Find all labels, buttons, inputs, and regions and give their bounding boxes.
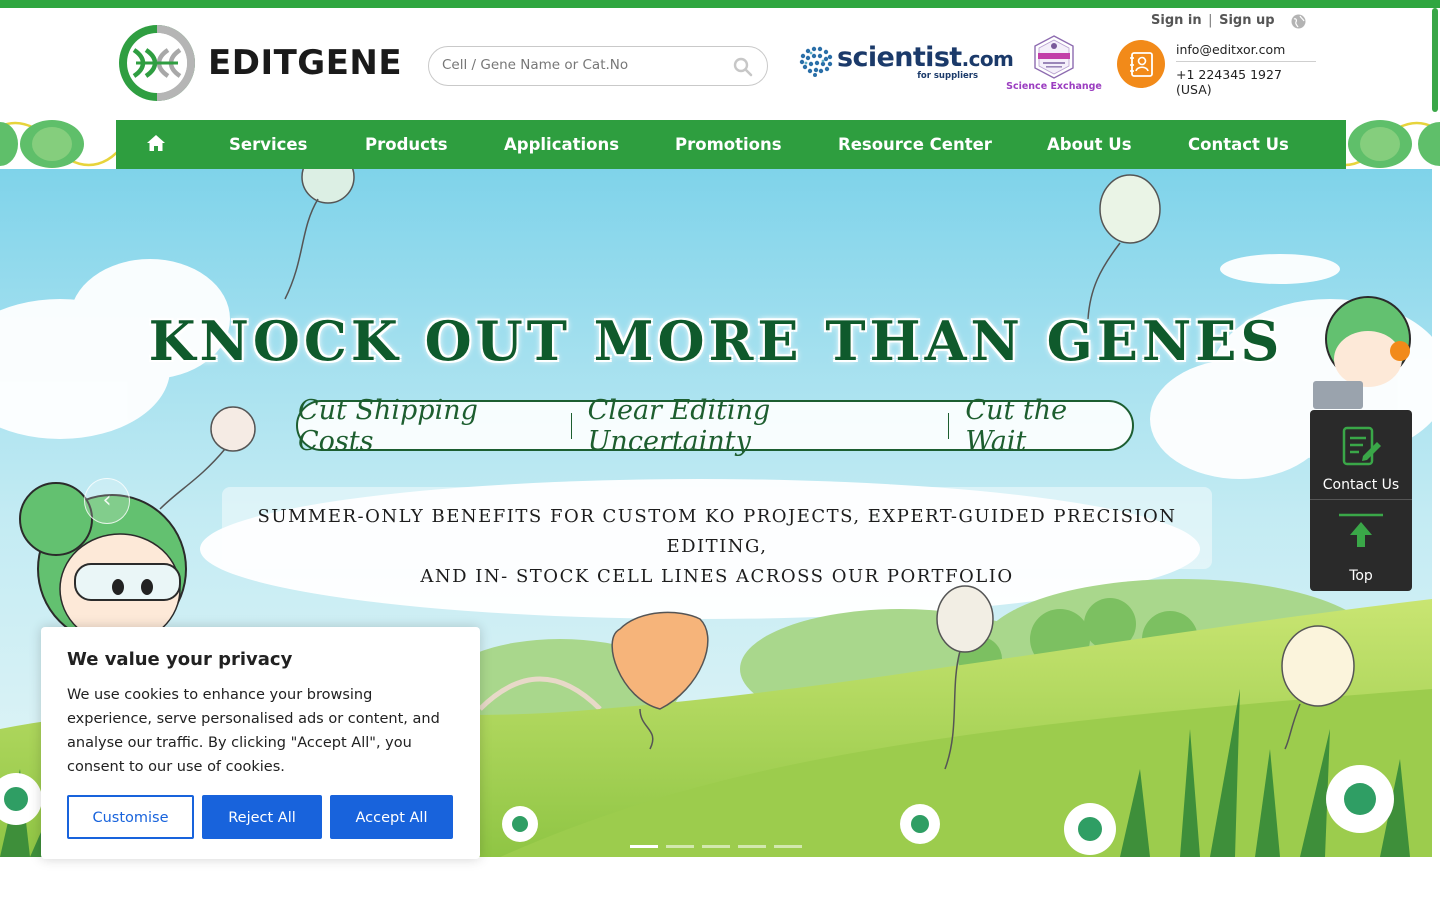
- slider-dots: [630, 845, 810, 848]
- brain-dots-icon: [799, 46, 833, 77]
- sign-up-link[interactable]: Sign up: [1219, 13, 1274, 28]
- benefit-wait: Cut the Wait: [965, 394, 1068, 457]
- top-accent-stripe: [0, 0, 1440, 8]
- nav-about-us[interactable]: About Us: [1047, 135, 1132, 154]
- editgene-logo[interactable]: EDITGENE: [116, 22, 402, 104]
- hero-benefits-pill: Cut Shipping Costs Clear Editing Uncerta…: [296, 395, 1134, 457]
- hero-subtitle: SUMMER-ONLY BENEFITS FOR CUSTOM KO PROJE…: [222, 502, 1212, 592]
- scientist-com-logo[interactable]: scientist.com for suppliers: [797, 42, 1014, 84]
- cookie-customise-button[interactable]: Customise: [67, 795, 194, 839]
- slider-dot[interactable]: [666, 845, 694, 848]
- slider-dot[interactable]: [774, 845, 802, 848]
- scientist-sub-label: for suppliers: [917, 71, 978, 81]
- slider-dot[interactable]: [630, 845, 658, 848]
- auth-separator: |: [1208, 13, 1213, 28]
- contact-email[interactable]: info@editxor.com: [1176, 42, 1316, 62]
- globe-icon[interactable]: [1291, 14, 1306, 29]
- contact-info: info@editxor.com +1 224345 1927 (USA): [1176, 42, 1316, 97]
- pill-divider: [948, 412, 950, 439]
- side-top-label: Top: [1349, 568, 1373, 584]
- floating-side-panel: Contact Us Top: [1310, 410, 1412, 591]
- slider-prev-button[interactable]: ‹: [84, 478, 130, 524]
- contact-card-icon: [1130, 52, 1153, 77]
- slider-dot[interactable]: [738, 845, 766, 848]
- award-badge-icon: [1034, 35, 1074, 79]
- contact-book-icon[interactable]: [1117, 40, 1165, 88]
- science-exchange-badge[interactable]: Science Exchange: [1006, 34, 1102, 94]
- edit-form-icon: [1342, 426, 1381, 466]
- hero-title: KNOCK OUT MORE THAN GENES: [148, 309, 1284, 373]
- nav-services[interactable]: Services: [229, 135, 307, 154]
- cookie-body: We use cookies to enhance your browsing …: [67, 687, 440, 775]
- nav-resource-center[interactable]: Resource Center: [838, 135, 992, 154]
- search-box[interactable]: [428, 46, 768, 86]
- auth-links: Sign in | Sign up: [1151, 13, 1275, 28]
- nav-applications[interactable]: Applications: [504, 135, 619, 154]
- benefit-shipping: Cut Shipping Costs: [298, 394, 478, 457]
- arrow-up-icon: [1339, 513, 1383, 547]
- cookie-accept-all-button[interactable]: Accept All: [330, 795, 453, 839]
- hero-subtitle-line-1: SUMMER-ONLY BENEFITS FOR CUSTOM KO PROJE…: [257, 506, 1177, 557]
- nav-contact-us[interactable]: Contact Us: [1188, 135, 1289, 154]
- scientist-wordmark: scientist.com: [837, 42, 1014, 73]
- dna-logo-icon: [119, 25, 195, 101]
- cookie-reject-all-button[interactable]: Reject All: [202, 795, 322, 839]
- main-nav: Services Products Applications Promotion…: [116, 120, 1346, 169]
- home-icon[interactable]: [146, 134, 166, 152]
- cookie-consent-dialog: We value your privacy We use cookies to …: [41, 627, 480, 859]
- hero-subtitle-line-2: AND IN- STOCK CELL LINES ACROSS OUR PORT…: [420, 566, 1014, 587]
- benefit-editing: Clear Editing Uncertainty: [587, 394, 771, 457]
- back-to-top-button[interactable]: Top: [1310, 501, 1412, 591]
- nav-products[interactable]: Products: [365, 135, 448, 154]
- logo-text: EDITGENE: [208, 43, 403, 83]
- sign-in-link[interactable]: Sign in: [1151, 13, 1202, 28]
- search-icon[interactable]: [733, 57, 753, 77]
- nav-promotions[interactable]: Promotions: [675, 135, 782, 154]
- side-contact-us-button[interactable]: Contact Us: [1310, 410, 1412, 500]
- page-scrollbar[interactable]: [1432, 8, 1438, 112]
- science-exchange-label: Science Exchange: [1006, 81, 1102, 92]
- pill-divider: [570, 412, 572, 439]
- search-input[interactable]: [442, 57, 722, 73]
- cookie-title: We value your privacy: [67, 649, 293, 670]
- slider-dot[interactable]: [702, 845, 730, 848]
- contact-phone[interactable]: +1 224345 1927 (USA): [1176, 67, 1316, 97]
- side-contact-label: Contact Us: [1322, 477, 1400, 493]
